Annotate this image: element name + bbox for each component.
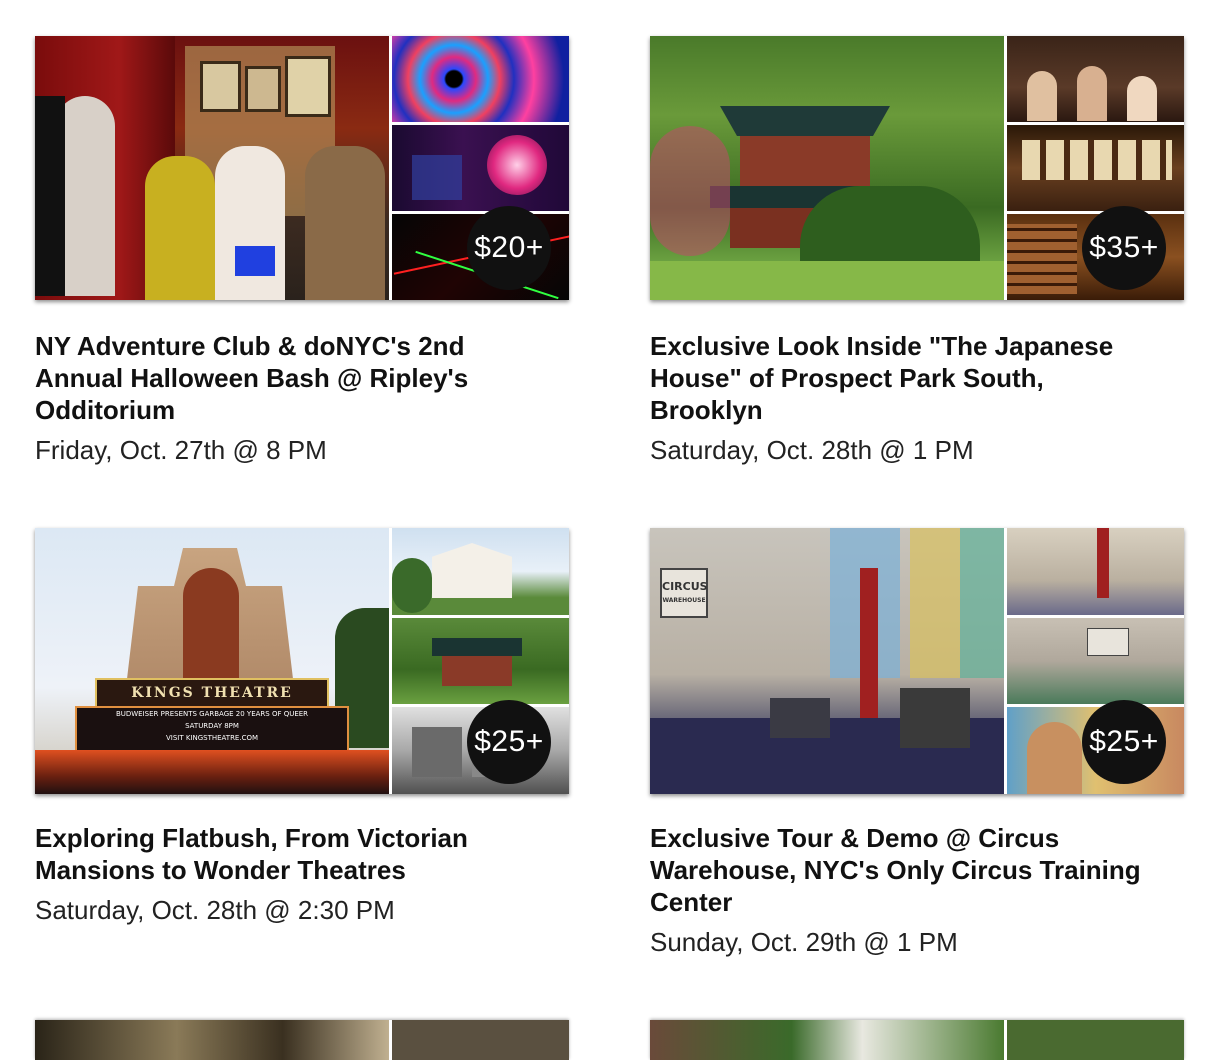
circus-sign-subtext: WAREHOUSE (662, 597, 706, 604)
event-card-partial[interactable] (650, 1020, 1186, 1060)
event-photo-collage[interactable] (650, 1020, 1184, 1060)
aerial-silks-photo (1007, 528, 1184, 615)
event-title[interactable]: Exploring Flatbush, From Victorian Mansi… (35, 822, 535, 886)
price-badge: $20+ (467, 206, 551, 290)
event-card-halloween-bash[interactable]: $20+ NY Adventure Club & doNYC's 2nd Ann… (35, 36, 571, 466)
circus-warehouse-photo: CIRCUS WAREHOUSE (650, 528, 1004, 794)
event-date: Saturday, Oct. 28th @ 2:30 PM (35, 895, 395, 925)
victorian-mansion-photo (392, 528, 569, 615)
japanese-house-thumb (392, 617, 569, 705)
event-date: Saturday, Oct. 28th @ 1 PM (650, 435, 974, 465)
event-photo (35, 1020, 389, 1060)
event-title[interactable]: Exclusive Look Inside "The Japanese Hous… (650, 330, 1150, 426)
event-title[interactable]: Exclusive Tour & Demo @ Circus Warehouse… (650, 822, 1150, 918)
event-card-japanese-house[interactable]: $35+ Exclusive Look Inside "The Japanese… (650, 36, 1186, 466)
tunnel-photo (392, 36, 569, 122)
event-photo (650, 1020, 1004, 1060)
event-photo-collage[interactable] (35, 1020, 569, 1060)
event-card-circus-warehouse[interactable]: CIRCUS WAREHOUSE $25+ Exclusive Tour & D… (650, 528, 1186, 958)
event-photo-collage[interactable]: CIRCUS WAREHOUSE $25+ (650, 528, 1184, 794)
price-badge: $35+ (1082, 206, 1166, 290)
price-badge: $25+ (467, 700, 551, 784)
kings-theatre-photo: KINGS THEATRE BUDWEISER PRESENTS GARBAGE… (35, 528, 389, 794)
price-badge: $25+ (1082, 700, 1166, 784)
japanese-house-photo (650, 36, 1004, 300)
event-photo-thumb (392, 1020, 569, 1060)
marquee-line: BUDWEISER PRESENTS GARBAGE 20 YEARS OF Q… (115, 710, 309, 718)
circus-sign-text: CIRCUS (662, 580, 708, 593)
event-date: Friday, Oct. 27th @ 8 PM (35, 435, 327, 465)
event-photo-collage[interactable]: $20+ (35, 36, 569, 300)
marquee-line: SATURDAY 8PM (185, 722, 239, 730)
event-card-partial[interactable] (35, 1020, 571, 1060)
event-photo-collage[interactable]: $35+ (650, 36, 1184, 300)
event-card-flatbush[interactable]: KINGS THEATRE BUDWEISER PRESENTS GARBAGE… (35, 528, 571, 926)
crystal-ball-photo (392, 125, 569, 211)
event-title[interactable]: NY Adventure Club & doNYC's 2nd Annual H… (35, 330, 535, 426)
marquee-line: VISIT KINGSTHEATRE.COM (165, 734, 259, 742)
party-photo (35, 36, 389, 300)
acrobats-photo (1007, 617, 1184, 705)
interior-photo (1007, 125, 1184, 211)
crowd-photo (1007, 36, 1184, 122)
event-photo-collage[interactable]: KINGS THEATRE BUDWEISER PRESENTS GARBAGE… (35, 528, 569, 794)
kings-theatre-sign: KINGS THEATRE (95, 678, 329, 708)
event-date: Sunday, Oct. 29th @ 1 PM (650, 927, 958, 957)
event-photo-thumb (1007, 1020, 1184, 1060)
